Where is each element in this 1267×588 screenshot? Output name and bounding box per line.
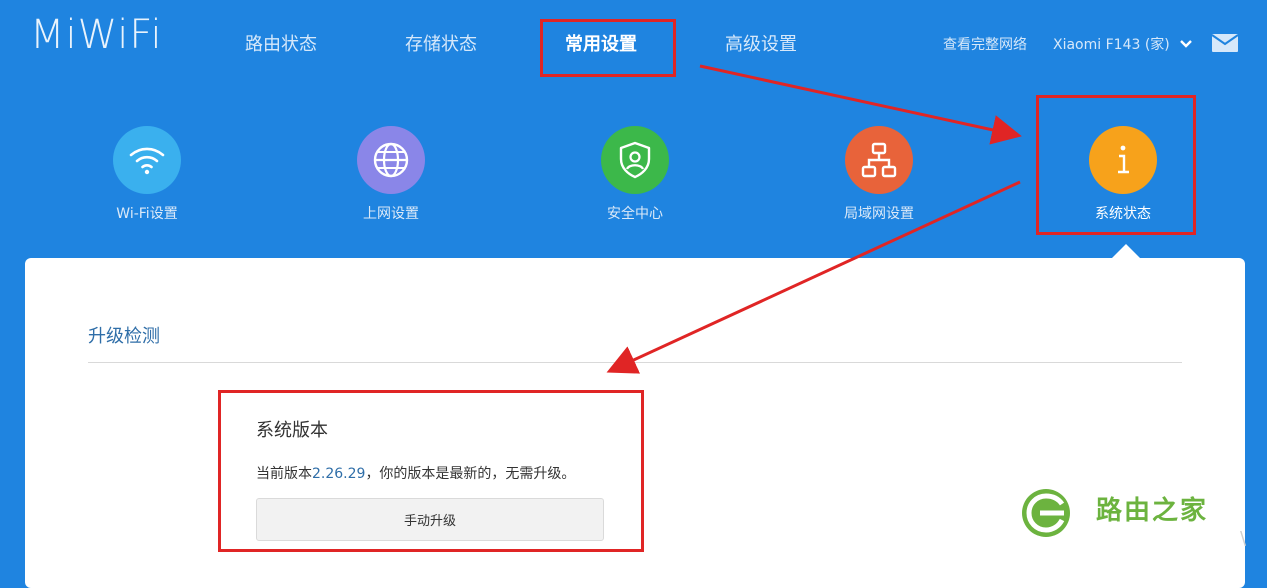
shield-icon	[619, 141, 651, 179]
section-title: 升级检测	[88, 326, 160, 347]
chevron-down-icon	[1180, 37, 1193, 53]
wifi-settings-button[interactable]	[113, 126, 181, 194]
globe-icon	[373, 142, 409, 178]
watermark-logo	[1020, 488, 1076, 538]
nav-router-status[interactable]: 路由状态	[245, 30, 317, 56]
nav-advanced-settings[interactable]: 高级设置	[725, 30, 797, 56]
edge-fragment: \	[1240, 528, 1247, 549]
wifi-settings-label: Wi-Fi设置	[116, 206, 178, 222]
highlight-system-status	[1036, 95, 1196, 235]
panel-pointer	[1111, 244, 1141, 259]
wifi-icon	[129, 147, 165, 175]
highlight-version-box	[218, 390, 644, 552]
internet-settings-button[interactable]	[357, 126, 425, 194]
network-icon	[861, 142, 897, 178]
divider	[88, 362, 1182, 363]
arrow-to-system-status	[699, 64, 1022, 145]
mail-icon[interactable]	[1211, 34, 1239, 52]
security-center-label: 安全中心	[607, 206, 663, 222]
router-name: Xiaomi F143 (家)	[1053, 37, 1170, 53]
watermark-text: 路由之家	[1096, 496, 1209, 526]
lan-settings-label: 局域网设置	[844, 206, 914, 222]
view-full-network-link[interactable]: 查看完整网络	[943, 34, 1027, 54]
security-center-button[interactable]	[601, 126, 669, 194]
highlight-common-settings	[540, 19, 676, 77]
router-selector[interactable]: Xiaomi F143 (家)	[1053, 34, 1193, 54]
nav-storage-status[interactable]: 存储状态	[405, 30, 477, 56]
internet-settings-label: 上网设置	[363, 206, 419, 222]
lan-settings-button[interactable]	[845, 126, 913, 194]
miwifi-logo: MiWiFi	[30, 12, 163, 58]
